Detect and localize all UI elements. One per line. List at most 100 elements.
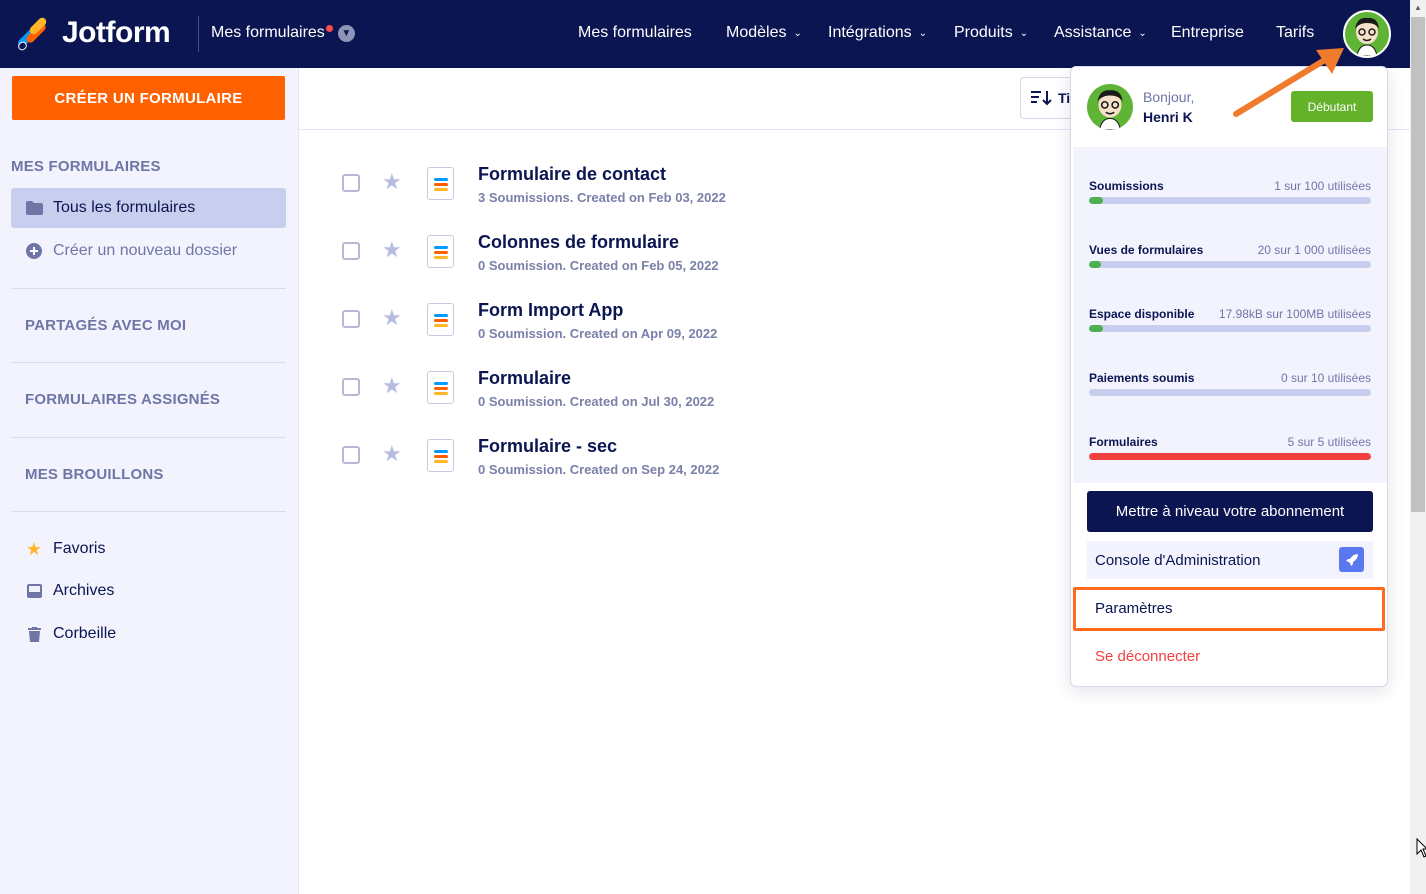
form-title[interactable]: Form Import App	[478, 300, 623, 321]
logout-link[interactable]: Se déconnecter	[1087, 637, 1373, 675]
upgrade-plan-button[interactable]: Mettre à niveau votre abonnement	[1087, 491, 1373, 532]
sort-icon	[1031, 91, 1052, 106]
usage-bar	[1089, 453, 1371, 460]
select-checkbox[interactable]	[342, 174, 360, 192]
select-checkbox[interactable]	[342, 446, 360, 464]
annotation-arrow-icon	[1233, 48, 1344, 117]
mouse-cursor-icon	[1416, 838, 1426, 858]
chevron-down-icon: ⌄	[918, 27, 927, 39]
sidebar-item-all-forms[interactable]: Tous les formulaires	[11, 188, 286, 228]
form-title[interactable]: Formulaire	[478, 368, 571, 389]
chevron-down-icon: ⌄	[1019, 27, 1029, 39]
favorite-star-icon[interactable]: ★	[382, 373, 402, 399]
select-checkbox[interactable]	[342, 378, 360, 396]
form-icon	[427, 303, 454, 336]
form-icon	[427, 167, 454, 200]
usage-value: 20 sur 1 000 utilisées	[1257, 243, 1371, 257]
form-meta: 0 Soumission. Created on Jul 30, 2022	[478, 394, 715, 409]
avatar	[1087, 84, 1133, 130]
section-drafts-heading[interactable]: MES BROUILLONS	[25, 466, 164, 483]
form-meta: 3 Soumissions. Created on Feb 03, 2022	[478, 190, 726, 205]
jotform-logo[interactable]: Jotform	[16, 16, 171, 53]
rocket-icon	[1339, 547, 1364, 572]
create-form-button[interactable]: CRÉER UN FORMULAIRE	[12, 76, 285, 120]
brand-name: Jotform	[62, 16, 171, 49]
usage-bar-fill	[1089, 325, 1104, 332]
folder-icon	[25, 199, 43, 217]
section-assigned-heading[interactable]: FORMULAIRES ASSIGNÉS	[25, 391, 220, 408]
usage-bar	[1089, 325, 1371, 332]
nav-divider	[198, 16, 199, 52]
usage-panel: Soumissions 1 sur 100 utilisées Vues de …	[1073, 147, 1387, 483]
scroll-up-icon[interactable]: ▲	[1411, 0, 1425, 16]
form-meta: 0 Soumission. Created on Feb 05, 2022	[478, 258, 719, 273]
form-title[interactable]: Formulaire de contact	[478, 164, 666, 185]
favorite-star-icon[interactable]: ★	[382, 237, 402, 263]
avatar-face-icon	[1097, 90, 1123, 130]
greeting: Bonjour,	[1143, 89, 1195, 105]
sidebar-item-label: Créer un nouveau dossier	[53, 242, 238, 259]
sidebar-item-trash[interactable]: Corbeille	[11, 614, 286, 654]
usage-bar	[1089, 389, 1371, 396]
nav-templates[interactable]: Modèles ⌄	[726, 24, 802, 42]
select-checkbox[interactable]	[342, 310, 360, 328]
sidebar-item-label: Corbeille	[53, 625, 117, 642]
usage-value: 1 sur 100 utilisées	[1274, 179, 1371, 193]
sidebar-item-label: Archives	[53, 582, 115, 599]
usage-value: 17.98kB sur 100MB utilisées	[1218, 307, 1371, 321]
sidebar-item-favorites[interactable]: ★ Favoris	[11, 529, 286, 569]
sidebar: CRÉER UN FORMULAIRE MES FORMULAIRES Tous…	[0, 68, 299, 894]
chevron-down-icon: ▼	[337, 24, 355, 42]
favorite-star-icon[interactable]: ★	[382, 441, 402, 467]
product-switcher-label: Mes formulaires	[211, 24, 325, 41]
usage-label: Paiements soumis	[1089, 371, 1195, 385]
form-meta: 0 Soumission. Created on Sep 24, 2022	[478, 462, 720, 477]
usage-bar	[1089, 197, 1371, 204]
usage-label: Vues de formulaires	[1089, 243, 1204, 257]
trash-icon	[25, 625, 43, 643]
nav-my-forms[interactable]: Mes formulaires	[578, 24, 692, 42]
section-my-forms-heading[interactable]: MES FORMULAIRES	[11, 158, 161, 175]
usage-label: Soumissions	[1089, 179, 1164, 193]
nav-products[interactable]: Produits ⌄	[954, 24, 1028, 42]
form-list-item[interactable]: ★ Formulaire de contact 3 Soumissions. C…	[299, 162, 1069, 222]
chevron-down-icon: ⌄	[1138, 27, 1147, 39]
form-list-item[interactable]: ★ Formulaire 0 Soumission. Created on Ju…	[299, 366, 1069, 426]
nav-support[interactable]: Assistance ⌄	[1054, 24, 1147, 42]
form-title[interactable]: Colonnes de formulaire	[478, 232, 679, 253]
scrollbar-thumb[interactable]	[1411, 17, 1425, 512]
favorite-star-icon[interactable]: ★	[382, 305, 402, 331]
sidebar-item-label: Favoris	[53, 540, 106, 557]
sidebar-item-archives[interactable]: Archives	[11, 571, 286, 611]
form-icon	[427, 235, 454, 268]
usage-value: 0 sur 10 utilisées	[1280, 371, 1371, 385]
divider	[11, 288, 286, 289]
sidebar-item-new-folder[interactable]: Créer un nouveau dossier	[11, 231, 286, 271]
admin-console-link[interactable]: Console d'Administration	[1087, 541, 1373, 579]
form-title[interactable]: Formulaire - sec	[478, 436, 617, 457]
usage-value: 5 sur 5 utilisées	[1287, 435, 1371, 449]
plus-circle-icon	[25, 242, 43, 260]
jotform-logo-icon	[16, 16, 50, 53]
usage-label: Espace disponible	[1089, 307, 1195, 321]
section-shared-heading[interactable]: PARTAGÉS AVEC MOI	[25, 317, 186, 334]
usage-bar-fill	[1089, 261, 1101, 268]
top-navigation-bar: Jotform Mes formulaires ▼ Mes formulaire…	[0, 0, 1410, 68]
divider	[11, 362, 286, 363]
form-list-item[interactable]: ★ Formulaire - sec 0 Soumission. Created…	[299, 434, 1069, 494]
product-switcher[interactable]: Mes formulaires ▼	[211, 24, 355, 42]
admin-console-label: Console d'Administration	[1095, 551, 1261, 569]
select-checkbox[interactable]	[342, 242, 360, 260]
logout-label: Se déconnecter	[1095, 647, 1201, 665]
form-list-item[interactable]: ★ Colonnes de formulaire 0 Soumission. C…	[299, 230, 1069, 290]
user-name: Henri K	[1143, 109, 1193, 125]
favorite-star-icon[interactable]: ★	[382, 169, 402, 195]
usage-bar-fill	[1089, 197, 1104, 204]
usage-bar	[1089, 261, 1371, 268]
form-icon	[427, 439, 454, 472]
divider	[11, 511, 286, 512]
usage-bar-fill	[1089, 453, 1371, 460]
nav-integrations[interactable]: Intégrations ⌄	[828, 24, 927, 42]
form-list-item[interactable]: ★ Form Import App 0 Soumission. Created …	[299, 298, 1069, 358]
archive-icon	[25, 582, 43, 600]
